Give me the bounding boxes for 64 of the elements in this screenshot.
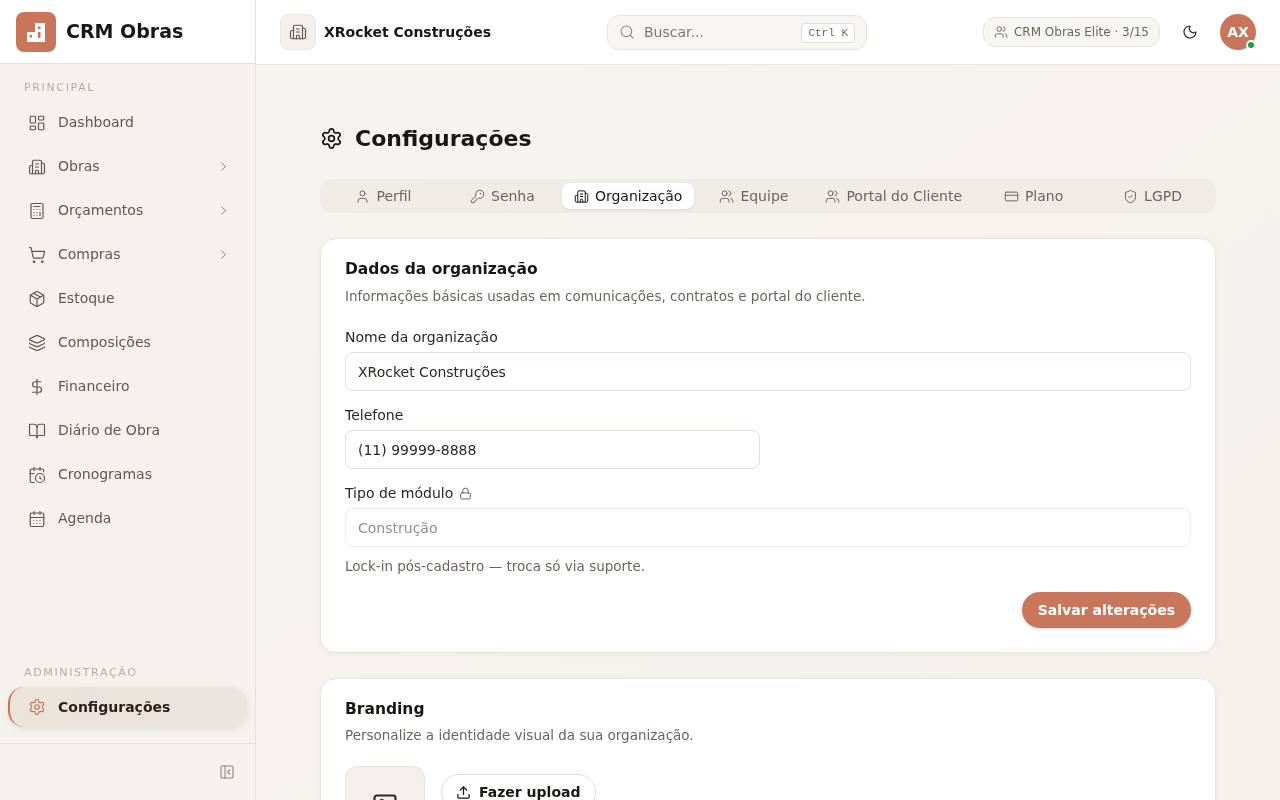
upload-icon bbox=[456, 784, 471, 800]
collapse-sidebar-button[interactable] bbox=[219, 764, 235, 780]
shield-icon bbox=[1123, 188, 1139, 204]
card-description: Personalize a identidade visual da sua organização. bbox=[345, 726, 695, 745]
section-title: ADMINISTRAÇÃO bbox=[23, 664, 139, 681]
dashboard-icon bbox=[28, 113, 46, 132]
key-icon bbox=[470, 188, 485, 204]
sidebar-item[interactable]: Compras bbox=[8, 234, 247, 275]
card-title: Dados da organização bbox=[345, 259, 539, 279]
card-description: Informações básicas usadas em comunicações, contratos e portal do cliente. bbox=[345, 287, 867, 306]
app-name: CRM Obras bbox=[66, 19, 184, 45]
calendar-clock-icon bbox=[28, 465, 46, 484]
field-label: Tipo de módulo bbox=[345, 484, 454, 503]
sidebar-item[interactable]: Composições bbox=[8, 322, 247, 363]
settings-tab[interactable]: Perfil bbox=[324, 183, 443, 209]
shortcut-key: Ctrl K bbox=[801, 22, 855, 43]
sidebar-item[interactable]: Cronogramas bbox=[8, 454, 247, 495]
save-button[interactable]: Salvar alterações bbox=[1021, 592, 1191, 628]
sidebar-item[interactable]: Configurações bbox=[8, 687, 247, 727]
user-icon bbox=[355, 188, 371, 204]
search-icon bbox=[619, 23, 635, 40]
settings-icon bbox=[28, 698, 46, 716]
settings-icon bbox=[320, 127, 343, 150]
calculator-icon bbox=[28, 201, 46, 220]
settings-tab[interactable]: Equipe bbox=[694, 183, 814, 209]
card-title: Branding bbox=[345, 699, 426, 719]
settings-tab[interactable]: Plano bbox=[974, 183, 1094, 209]
organization-name: XRocket Construções bbox=[324, 22, 491, 42]
calendar-icon bbox=[28, 509, 46, 528]
users-icon bbox=[993, 25, 1008, 39]
text-input[interactable]: (11) 99999-8888 bbox=[345, 430, 760, 469]
sidebar-item[interactable]: Financeiro bbox=[8, 366, 247, 407]
panel-collapse-icon bbox=[219, 764, 235, 780]
building-icon bbox=[573, 188, 589, 204]
moon-icon bbox=[1182, 24, 1198, 40]
sidebar-item[interactable]: Obras bbox=[8, 146, 247, 187]
sidebar-item[interactable]: Estoque bbox=[8, 278, 247, 319]
upload-button[interactable]: Fazer upload bbox=[441, 774, 596, 800]
settings-tab[interactable]: LGPD bbox=[1093, 183, 1212, 209]
cart-icon bbox=[28, 245, 46, 264]
field-label: Telefone bbox=[345, 406, 404, 425]
settings-tab[interactable]: Organização bbox=[561, 183, 695, 209]
layers-icon bbox=[28, 333, 46, 352]
building-icon bbox=[289, 23, 307, 41]
users-icon bbox=[825, 188, 841, 204]
users-icon bbox=[719, 188, 735, 204]
building-icon bbox=[28, 157, 46, 176]
settings-tab[interactable]: Portal do Cliente bbox=[813, 183, 975, 209]
page-title: Configurações bbox=[355, 125, 532, 153]
settings-tab[interactable]: Senha bbox=[442, 183, 562, 209]
text-input[interactable]: XRocket Construções bbox=[345, 352, 1191, 391]
field-hint: Lock-in pós-cadastro — troca só via suporte. bbox=[345, 557, 646, 576]
sidebar-item[interactable]: Dashboard bbox=[8, 102, 247, 143]
section-title: PRINCIPAL bbox=[23, 80, 97, 96]
plan-badge[interactable]: CRM Obras Elite · 3/15 bbox=[982, 17, 1160, 47]
sidebar-item[interactable]: Orçamentos bbox=[8, 190, 247, 231]
field-label: Nome da organização bbox=[345, 328, 498, 347]
sidebar-item[interactable]: Diário de Obra bbox=[8, 410, 247, 451]
building-logo-icon bbox=[16, 11, 56, 52]
book-icon bbox=[28, 421, 46, 440]
user-avatar[interactable]: AX bbox=[1220, 14, 1256, 50]
box-icon bbox=[28, 289, 46, 308]
sidebar-item[interactable]: Agenda bbox=[8, 498, 247, 539]
card-icon bbox=[1003, 188, 1019, 204]
